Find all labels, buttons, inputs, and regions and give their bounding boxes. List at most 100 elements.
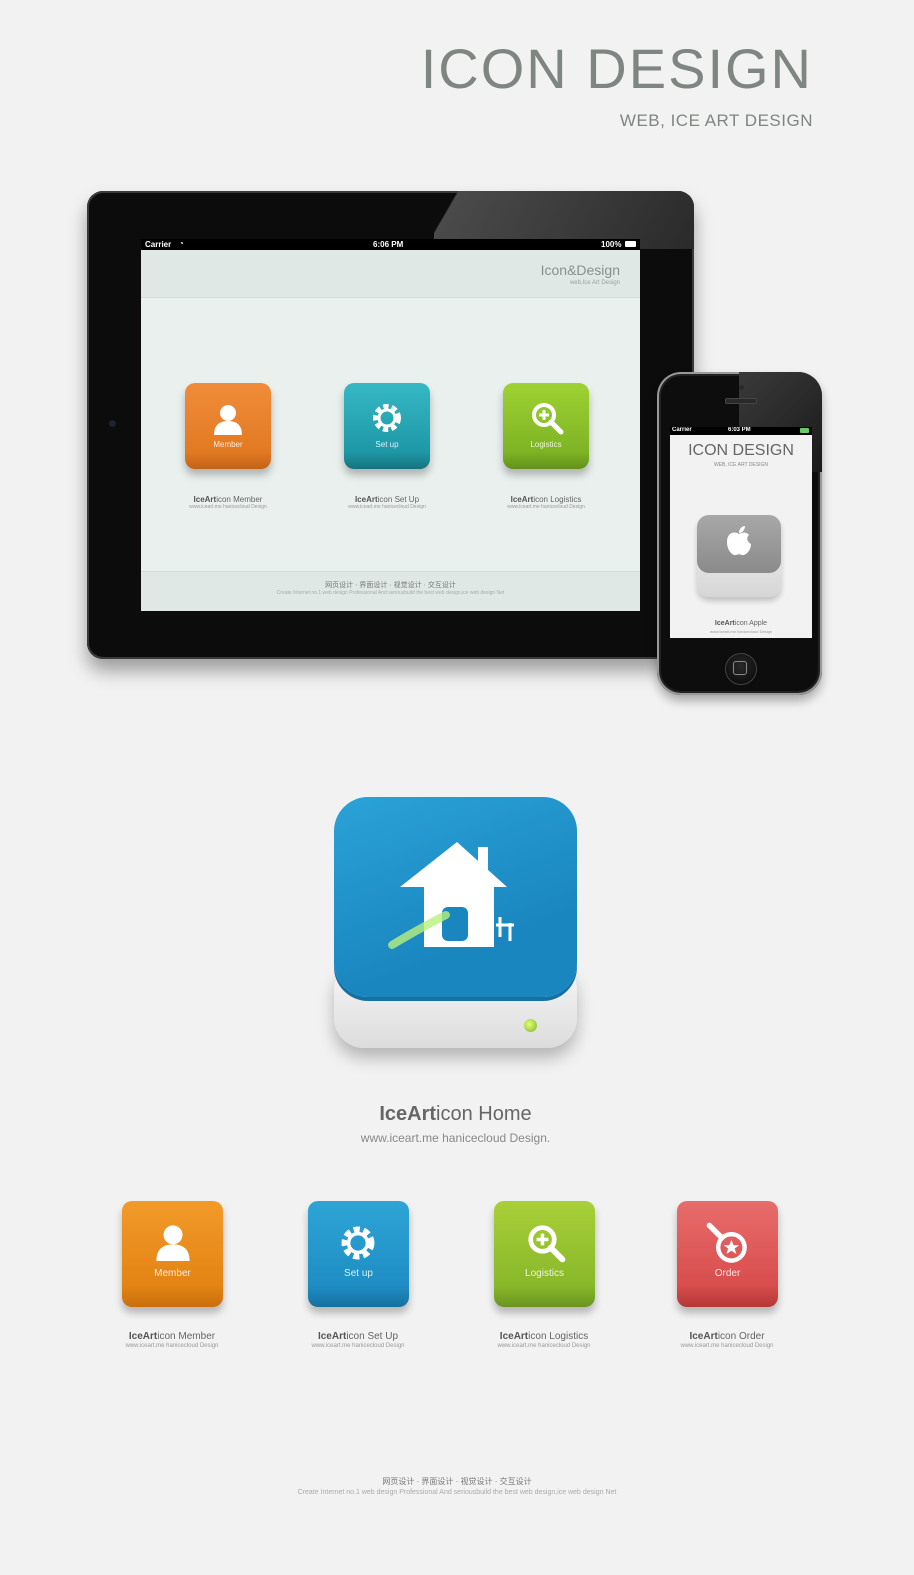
house-icon (388, 842, 514, 949)
footer-text: Create Internet no.1 web design Professi… (297, 1489, 617, 1496)
ipad-camera (109, 420, 116, 427)
ipad-app-title: Icon&Design (540, 262, 620, 278)
caption-name: Order (738, 1331, 765, 1342)
member-app-icon[interactable]: Member (122, 1201, 223, 1307)
battery-icon (800, 428, 809, 433)
caption-brand: IceArt (317, 1331, 347, 1342)
footer-links[interactable]: 网页设计 · 界面设计 · 视觉设计 · 交互设计 (141, 580, 640, 590)
apple-app-icon[interactable] (697, 515, 781, 573)
status-time: 6:06 PM (373, 240, 404, 249)
caption-brand: IceArt (714, 620, 735, 627)
logistics-app-icon[interactable]: Logistics (503, 383, 589, 469)
icon-caption: IceArticon Set Up (327, 495, 447, 504)
order-app-icon[interactable]: Order (677, 1201, 778, 1307)
footer-links[interactable]: 网页设计 · 界面设计 · 视觉设计 · 交互设计 (0, 1476, 914, 1487)
icon-label: Set up (375, 440, 399, 449)
caption-brand: IceArt (354, 495, 378, 504)
caption-name: Member (178, 1331, 216, 1342)
caption-word: icon (717, 1331, 737, 1342)
logistics-app-icon[interactable]: Logistics (494, 1201, 595, 1307)
caption-brand: IceArt (379, 1103, 437, 1125)
icon-label: Set up (344, 1268, 373, 1279)
icon-url: www.iceart.me hanicecloud Design (311, 1343, 405, 1349)
caption-word: icon (216, 495, 231, 504)
carrier-label: Carrier (145, 240, 172, 249)
caption-word: icon (734, 620, 748, 627)
footer-text: Create Internet no.1 web design Professi… (276, 590, 505, 596)
icon-label: Logistics (530, 440, 562, 449)
user-icon (156, 1225, 190, 1261)
iphone-screen: Carrier 6:03 PM ICON DESIGN WEB, ICE ART… (670, 427, 812, 638)
icon-url: www.iceart.me hanicecloud Design (709, 629, 773, 634)
icon-url: www.iceart.me hanicecloud Design (125, 1343, 219, 1349)
caption-brand: IceArt (499, 1331, 529, 1342)
caption-word: icon (157, 1331, 176, 1342)
icon-label: Member (154, 1268, 191, 1279)
icon-label: Member (213, 440, 243, 449)
ipad-mockup: Carrier ◔ 6:06 PM 100% Icon&Design web,I… (87, 191, 694, 659)
icon-caption: IceArticon Logistics (474, 1331, 614, 1342)
icon-url: www.iceart.me hanicecloud Design (507, 504, 585, 510)
icon-caption: IceArticon Order (657, 1331, 797, 1342)
icon-caption: IceArticon Apple (670, 620, 812, 627)
icon-label: Order (714, 1268, 741, 1279)
icon-url: www.iceart.me hanicecloud Design (189, 504, 267, 510)
iphone-mockup: Carrier 6:03 PM ICON DESIGN WEB, ICE ART… (657, 372, 822, 695)
icon-caption: IceArticon Set Up (288, 1331, 428, 1342)
ipad-app-subtitle: web,Ice Art Design (569, 280, 620, 286)
caption-brand: IceArt (193, 495, 217, 504)
user-icon (214, 405, 242, 435)
icon-url: www.iceart.me hanicecloud Design (680, 1343, 774, 1349)
carrier-label: Carrier (672, 427, 692, 433)
iphone-front-camera (739, 385, 744, 390)
status-time: 6:03 PM (728, 427, 751, 433)
hero-caption: IceArticon Home (334, 1103, 577, 1126)
magnifier-plus-icon (532, 403, 564, 435)
caption-word: icon (377, 495, 393, 504)
magnifier-star-icon (706, 1222, 747, 1263)
home-app-icon[interactable] (334, 797, 577, 997)
icon-caption: IceArticon Member (168, 495, 288, 504)
apple-icon (727, 526, 751, 556)
icon-caption: IceArticon Member (102, 1331, 242, 1342)
icon-label: Logistics (525, 1268, 564, 1279)
ipad-app-header: Icon&Design web,Ice Art Design (141, 250, 640, 298)
caption-word: icon (346, 1331, 365, 1342)
iphone-app-title: ICON DESIGN (688, 442, 794, 459)
caption-name: Set Up (367, 1331, 399, 1342)
caption-name: Member (233, 495, 263, 504)
iphone-app-subtitle: WEB, ICE ART DESIGN (714, 462, 768, 468)
caption-name: Home (478, 1103, 532, 1125)
home-square-icon (733, 661, 747, 675)
caption-word: icon (436, 1103, 473, 1125)
caption-name: Apple (749, 620, 768, 627)
caption-name: Set Up (394, 495, 420, 504)
gear-icon (373, 404, 401, 432)
iphone-status-bar: Carrier 6:03 PM (670, 427, 812, 435)
battery-icon (625, 241, 636, 247)
page-subtitle: WEB, ICE ART DESIGN (619, 111, 813, 130)
caption-name: Logistics (549, 1331, 589, 1342)
caption-brand: IceArt (128, 1331, 158, 1342)
icon-caption: IceArticon Logistics (486, 495, 606, 504)
ipad-screen: Carrier ◔ 6:06 PM 100% Icon&Design web,I… (141, 239, 640, 611)
page-title: ICON DESIGN (420, 37, 813, 100)
battery-percent: 100% (601, 240, 622, 249)
caption-brand: IceArt (510, 495, 534, 504)
ipad-status-bar: Carrier ◔ 6:06 PM 100% (141, 239, 640, 250)
caption-name: Logistics (550, 495, 582, 504)
iphone-speaker (725, 398, 757, 404)
gear-icon (341, 1226, 375, 1260)
setup-app-icon[interactable]: Set up (308, 1201, 409, 1307)
caption-word: icon (528, 1331, 547, 1342)
member-app-icon[interactable]: Member (185, 383, 271, 469)
icon-url: www.iceart.me hanicecloud Design (348, 504, 426, 510)
status-led (524, 1019, 537, 1032)
setup-app-icon[interactable]: Set up (344, 383, 430, 469)
magnifier-plus-icon (528, 1225, 566, 1263)
ipad-app-footer: 网页设计 · 界面设计 · 视觉设计 · 交互设计 Create Interne… (141, 571, 640, 611)
wifi-icon: ◔ (179, 239, 184, 248)
caption-brand: IceArt (689, 1331, 718, 1342)
caption-word: icon (533, 495, 548, 504)
hero-url: www.iceart.me hanicecloud Design. (360, 1131, 551, 1145)
